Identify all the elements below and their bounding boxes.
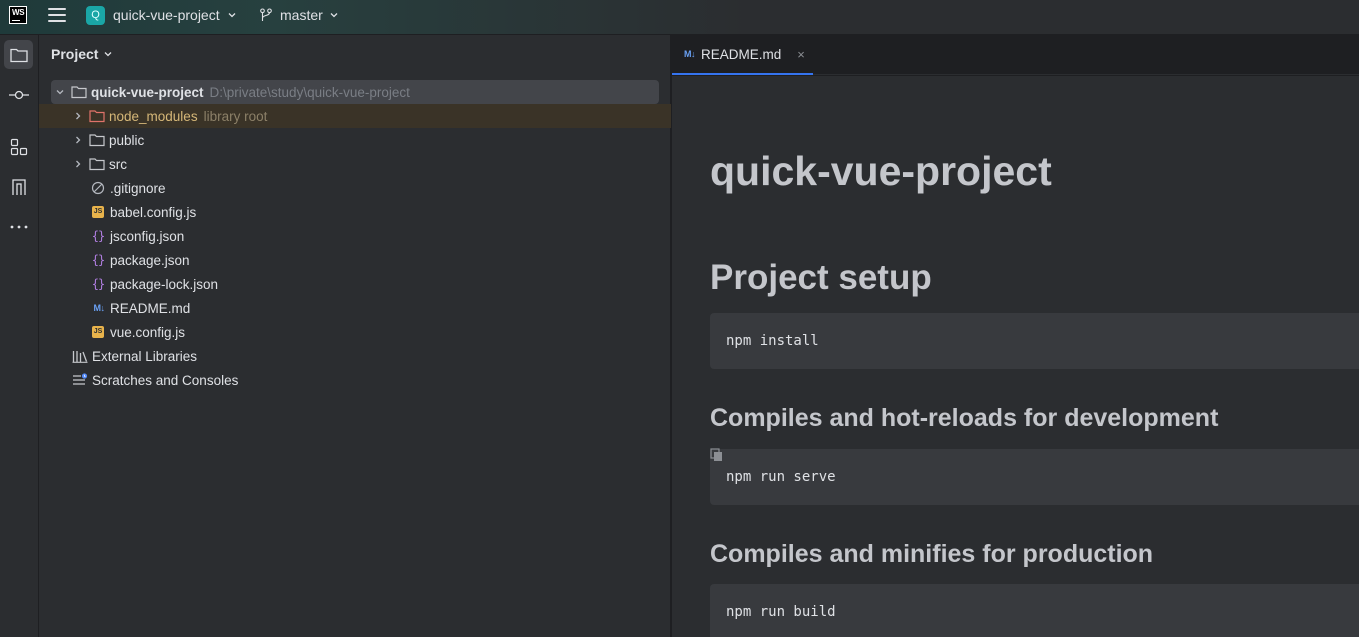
more-icon (10, 225, 27, 228)
tree-node-public[interactable]: public (39, 128, 671, 152)
tree-node-src[interactable]: src (39, 152, 671, 176)
close-icon[interactable]: × (797, 47, 805, 62)
chevron-down-icon (228, 13, 236, 18)
ignore-file-icon (90, 180, 106, 196)
chevron-right-icon[interactable] (70, 156, 86, 172)
main-menu-icon[interactable] (48, 7, 66, 23)
code-block-build[interactable]: npm run build (710, 584, 1359, 637)
chevron-right-icon[interactable] (70, 132, 86, 148)
editor-area: M↓ README.md × quick-vue-project Project… (672, 35, 1359, 637)
item-name: .gitignore (110, 180, 166, 196)
project-tool-button[interactable] (4, 40, 33, 69)
item-name: Scratches and Consoles (92, 372, 239, 388)
item-name: public (109, 132, 145, 148)
root-path: D:\private\study\quick-vue-project (209, 84, 410, 100)
tree-node-package-lock[interactable]: {} package-lock.json (39, 272, 671, 296)
copy-icon[interactable] (710, 448, 724, 462)
tree-node-gitignore[interactable]: .gitignore (39, 176, 671, 200)
json-file-icon: {} (91, 253, 105, 267)
tree-node-jsconfig[interactable]: {} jsconfig.json (39, 224, 671, 248)
tree-node-babel-config[interactable]: JS babel.config.js (39, 200, 671, 224)
tree-node-package-json[interactable]: {} package.json (39, 248, 671, 272)
library-icon (72, 348, 88, 364)
item-name: vue.config.js (110, 324, 186, 340)
tree-node-root[interactable]: quick-vue-project D:\private\study\quick… (39, 80, 671, 104)
folder-icon (89, 132, 105, 148)
tab-label: README.md (701, 46, 782, 62)
commit-icon (8, 90, 29, 99)
structure-tool-button[interactable] (4, 132, 33, 161)
structure-icon (10, 138, 27, 155)
item-name: package-lock.json (110, 276, 219, 292)
branch-name: master (280, 7, 323, 23)
branch-switcher[interactable]: master (259, 4, 338, 26)
code-block-serve[interactable]: npm run serve (710, 449, 1359, 505)
chevron-right-icon[interactable] (70, 108, 86, 124)
code-block-install[interactable]: npm install (710, 313, 1359, 369)
pull-requests-icon (11, 178, 26, 195)
folder-icon (89, 156, 105, 172)
heading-project-setup: Project setup (710, 258, 932, 297)
folder-icon (71, 84, 87, 100)
item-name: README.md (110, 300, 191, 316)
heading-1: quick-vue-project (710, 148, 1052, 194)
folder-icon (89, 108, 105, 124)
markdown-file-icon: M↓ (93, 303, 106, 313)
project-tool-window: Project quick-vue-project D:\private\stu… (39, 35, 671, 637)
scratches-icon (72, 372, 88, 388)
json-file-icon: {} (91, 229, 105, 243)
chevron-down-icon (105, 52, 112, 57)
markdown-preview: quick-vue-project Project setup npm inst… (672, 76, 1359, 637)
project-view-selector[interactable]: Project (51, 46, 112, 62)
editor-tab-bar: M↓ README.md × (672, 35, 1359, 75)
panel-title: Project (51, 46, 99, 62)
root-name: quick-vue-project (91, 84, 204, 100)
tab-readme[interactable]: M↓ README.md × (672, 35, 813, 75)
project-switcher[interactable]: Q quick-vue-project (86, 4, 236, 26)
git-branch-icon (260, 8, 272, 21)
tree-node-readme[interactable]: M↓ README.md (39, 296, 671, 320)
tree-node-external-libraries[interactable]: External Libraries (39, 344, 671, 368)
pull-requests-tool-button[interactable] (4, 172, 33, 201)
chevron-down-icon[interactable] (52, 84, 68, 100)
tree-node-vue-config[interactable]: JS vue.config.js (39, 320, 671, 344)
item-name: node_modules (109, 108, 198, 124)
logo-text: WS (12, 8, 25, 17)
commit-tool-button[interactable] (4, 80, 33, 109)
item-name: src (109, 156, 127, 172)
heading-production: Compiles and minifies for production (710, 540, 1154, 568)
tree-node-scratches[interactable]: Scratches and Consoles (39, 368, 671, 392)
project-badge-icon: Q (86, 5, 105, 25)
tree-node-node-modules[interactable]: node_modules library root (39, 104, 671, 128)
item-hint: library root (203, 108, 268, 124)
title-bar: WS Q quick-vue-project master (0, 0, 1359, 35)
chevron-down-icon (330, 13, 338, 18)
item-name: jsconfig.json (110, 228, 185, 244)
json-file-icon: {} (91, 277, 105, 291)
item-name: External Libraries (92, 348, 198, 364)
javascript-file-icon: JS (90, 324, 106, 340)
tool-window-bar (0, 35, 39, 637)
heading-dev: Compiles and hot-reloads for development (710, 404, 1219, 432)
project-name: quick-vue-project (113, 7, 220, 23)
folder-icon (9, 48, 28, 62)
webstorm-logo-icon[interactable]: WS (9, 6, 27, 24)
item-name: package.json (110, 252, 190, 268)
markdown-file-icon: M↓ (684, 49, 696, 59)
more-tools-button[interactable] (4, 212, 33, 241)
item-name: babel.config.js (110, 204, 197, 220)
javascript-file-icon: JS (90, 204, 106, 220)
